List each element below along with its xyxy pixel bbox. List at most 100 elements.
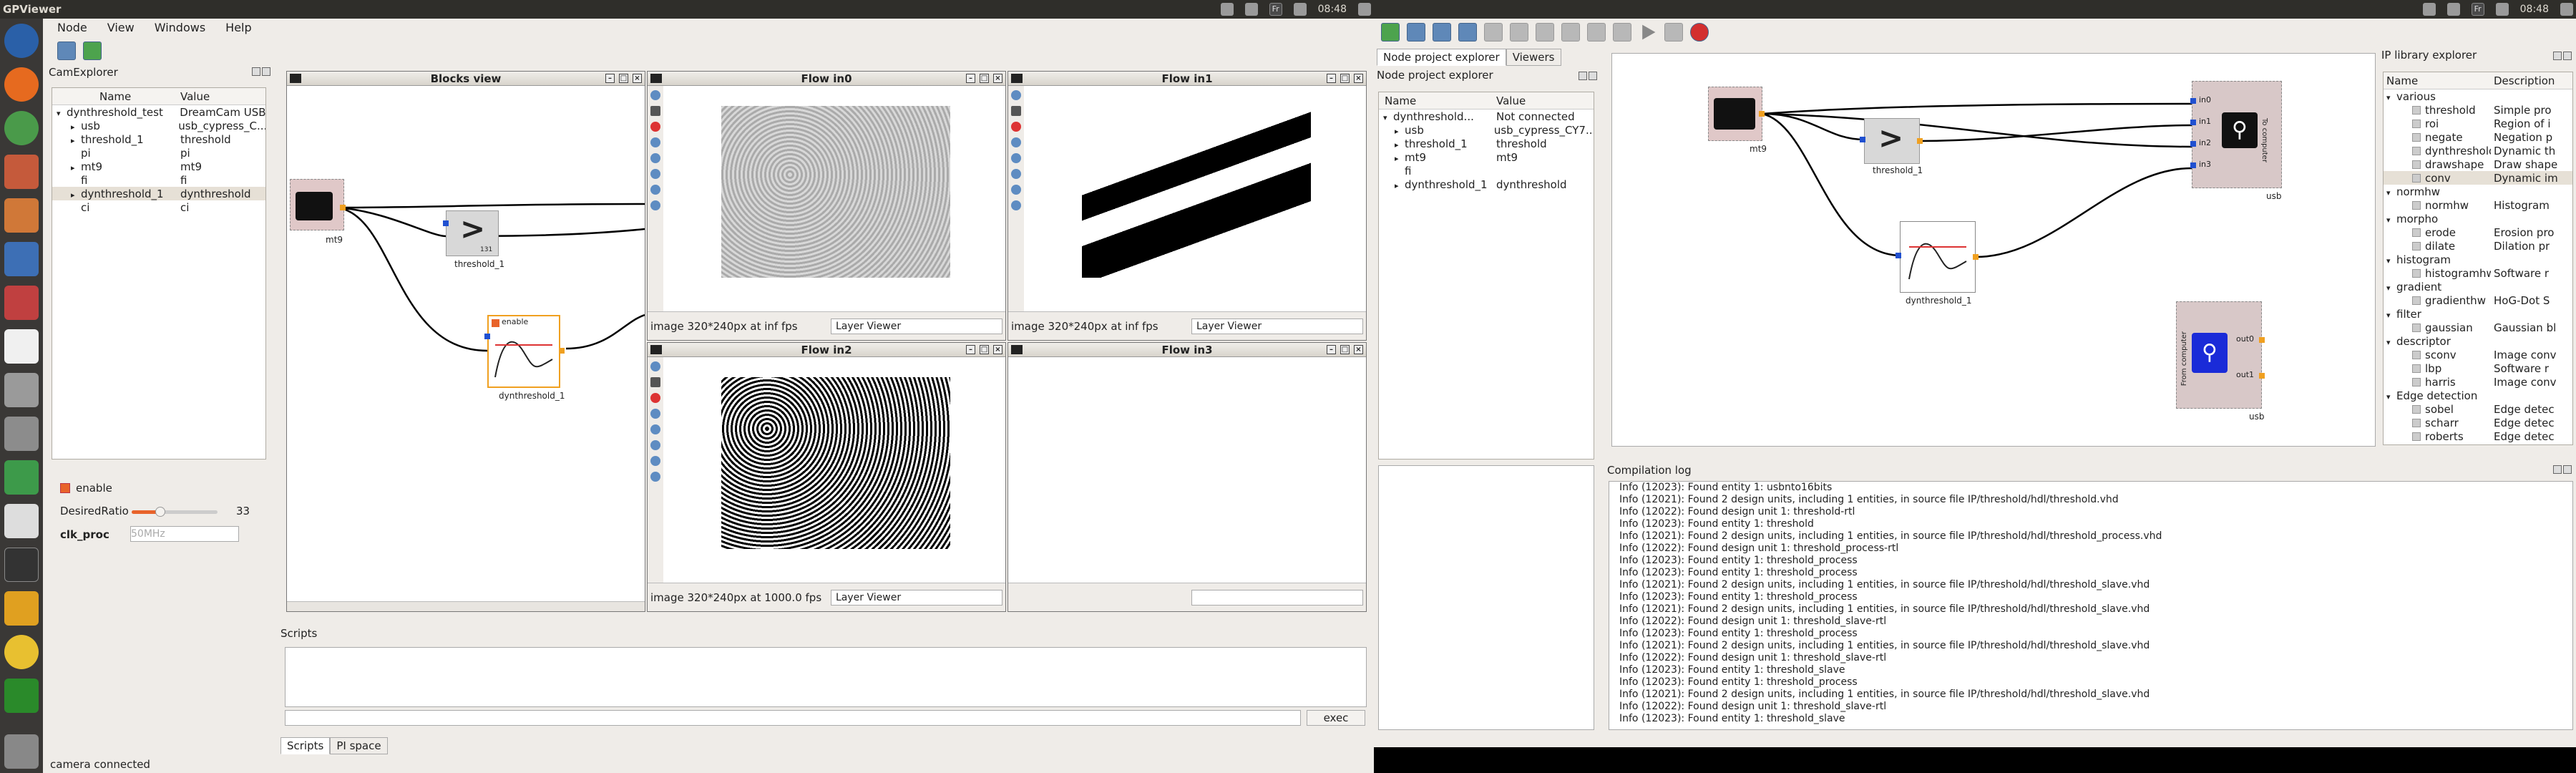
undo-button[interactable] — [1484, 23, 1503, 42]
menu-node[interactable]: Node — [57, 21, 87, 34]
cam-explorer-float-button[interactable] — [252, 67, 260, 76]
maximize-button[interactable]: □ — [619, 74, 628, 83]
maximize-button[interactable]: □ — [980, 74, 989, 83]
script-input[interactable] — [285, 710, 1301, 726]
ip-item-row[interactable]: dynthreshold Dynamic th — [2384, 144, 2572, 157]
expand-arrow-icon[interactable]: ▸ — [71, 122, 81, 132]
expand-arrow-icon[interactable]: ▾ — [2386, 311, 2396, 320]
node-tree-row[interactable]: ▸ threshold_1 threshold — [1379, 137, 1594, 150]
log-float-button[interactable] — [2553, 465, 2562, 474]
drive-icon[interactable] — [4, 373, 39, 407]
save-project-button[interactable] — [1433, 23, 1451, 42]
link-button[interactable] — [1458, 23, 1477, 42]
new-project-button[interactable] — [1381, 23, 1400, 42]
expand-arrow-icon[interactable]: ▾ — [1383, 113, 1393, 122]
expand-arrow-icon[interactable]: ▾ — [2386, 215, 2396, 225]
gear-icon-right[interactable] — [2560, 3, 2573, 16]
pause-icon[interactable] — [1011, 90, 1021, 100]
ip-item-row[interactable]: threshold Simple pro — [2384, 103, 2572, 117]
zoom-fit-icon[interactable] — [650, 456, 660, 466]
record-icon[interactable] — [650, 393, 660, 403]
open-project-button[interactable] — [1407, 23, 1425, 42]
expand-arrow-icon[interactable]: ▾ — [2386, 188, 2396, 198]
expand-arrow-icon[interactable]: ▾ — [2386, 338, 2396, 347]
ip-category-row[interactable]: ▾ normhw — [2384, 185, 2572, 198]
expand-arrow-icon[interactable]: ▾ — [57, 109, 67, 118]
ip-item-row[interactable]: lbp Software r — [2384, 361, 2572, 375]
zoom-out-icon[interactable] — [650, 440, 660, 450]
expand-arrow-icon[interactable]: ▸ — [1395, 181, 1405, 190]
graph-threshold-out-port[interactable] — [1917, 138, 1923, 144]
expand-arrow-icon[interactable]: ▸ — [1395, 127, 1405, 136]
drive2-icon[interactable] — [4, 417, 39, 451]
close-button[interactable]: × — [633, 74, 642, 83]
network-icon-right[interactable] — [2446, 3, 2460, 16]
open-camera-button[interactable] — [57, 42, 76, 60]
zoom-reset-icon[interactable] — [650, 472, 660, 482]
flow-titlebar[interactable]: Flow in1 – □ × — [1008, 72, 1366, 86]
pause-icon[interactable] — [650, 90, 660, 100]
dyn-in-port[interactable] — [484, 334, 490, 339]
gpnode-icon[interactable] — [4, 679, 39, 713]
ip-item-row[interactable]: drawshape Draw shape — [2384, 157, 2572, 171]
graph-dyn-out-port[interactable] — [1973, 254, 1979, 260]
expand-arrow-icon[interactable]: ▸ — [1395, 154, 1405, 163]
menu-help[interactable]: Help — [225, 21, 251, 34]
dyn-enable-checkbox[interactable] — [492, 319, 499, 327]
viewer-select[interactable] — [1191, 590, 1363, 606]
ip-category-row[interactable]: ▾ various — [2384, 89, 2572, 103]
zoom-reset-icon[interactable] — [650, 200, 660, 210]
blocks-hscroll[interactable] — [287, 601, 645, 611]
layers-icon[interactable] — [650, 409, 660, 419]
presentation-icon[interactable] — [4, 198, 39, 233]
close-button[interactable]: × — [993, 345, 1002, 354]
tab-viewers[interactable]: Viewers — [1506, 49, 1561, 66]
ip-category-row[interactable]: ▾ morpho — [2384, 212, 2572, 225]
ip-category-row[interactable]: ▾ descriptor — [2384, 334, 2572, 348]
ip-library-float-button[interactable] — [2553, 52, 2562, 60]
node-col-name[interactable]: Name — [1379, 94, 1493, 107]
tab-scripts[interactable]: Scripts — [280, 737, 331, 754]
calc-icon[interactable] — [4, 460, 39, 495]
graph-canvas[interactable]: mt9 > threshold_1 dynthreshold_1 ⚲ To co… — [1611, 53, 2376, 447]
flow-titlebar[interactable]: Flow in0 – □ × — [648, 72, 1005, 86]
zoom-fit-icon[interactable] — [1011, 185, 1021, 195]
volume-icon-right[interactable] — [2495, 3, 2509, 16]
expand-arrow-icon[interactable]: ▾ — [2386, 392, 2396, 402]
flow-titlebar[interactable]: Flow in3 – □ × — [1008, 343, 1366, 357]
usb-out-port[interactable] — [2259, 337, 2265, 343]
ip-item-row[interactable]: erode Erosion pro — [2384, 225, 2572, 239]
log-close-button[interactable] — [2563, 465, 2572, 474]
viewer-select[interactable]: Layer Viewer — [831, 319, 1002, 334]
close-button[interactable]: × — [1354, 345, 1363, 354]
desired-ratio-slider[interactable] — [132, 507, 218, 517]
usb-in-port[interactable] — [2190, 98, 2196, 104]
usb-in-port[interactable] — [2190, 141, 2196, 147]
exec-button[interactable]: exec — [1307, 710, 1365, 726]
cam-tree-row[interactable]: ▸ mt9 mt9 — [52, 160, 265, 173]
minimize-button[interactable]: – — [1327, 74, 1336, 83]
blocks-view-titlebar[interactable]: Blocks view – □ × — [287, 72, 645, 86]
minimize-button[interactable]: – — [966, 74, 975, 83]
ip-category-row[interactable]: ▾ histogram — [2384, 253, 2572, 266]
ip-item-row[interactable]: scharr Edge detec — [2384, 416, 2572, 429]
layers-icon[interactable] — [650, 137, 660, 147]
check-button[interactable] — [1613, 23, 1631, 42]
terminal-icon[interactable] — [4, 548, 39, 582]
ubuntu-icon[interactable] — [4, 24, 39, 58]
zoom-in-icon[interactable] — [1011, 153, 1021, 163]
ip-category-row[interactable]: ▾ gradient — [2384, 280, 2572, 293]
ip-item-row[interactable]: roberts Edge detec — [2384, 429, 2572, 443]
minimize-button[interactable]: – — [966, 345, 975, 354]
graph-threshold-in-port[interactable] — [1860, 137, 1865, 142]
enable-checkbox[interactable] — [60, 483, 70, 493]
keyboard-layout-icon-right[interactable]: Fr — [2471, 3, 2484, 16]
connect-button[interactable] — [83, 42, 102, 60]
desired-ratio-handle[interactable] — [155, 507, 165, 517]
flow-titlebar[interactable]: Flow in2 – □ × — [648, 343, 1005, 357]
viewer-select[interactable]: Layer Viewer — [1191, 319, 1363, 334]
save-icon[interactable] — [650, 377, 660, 387]
mail-icon[interactable] — [1220, 3, 1234, 16]
expand-arrow-icon[interactable]: ▸ — [71, 136, 81, 145]
zoom-out-icon[interactable] — [1011, 169, 1021, 179]
